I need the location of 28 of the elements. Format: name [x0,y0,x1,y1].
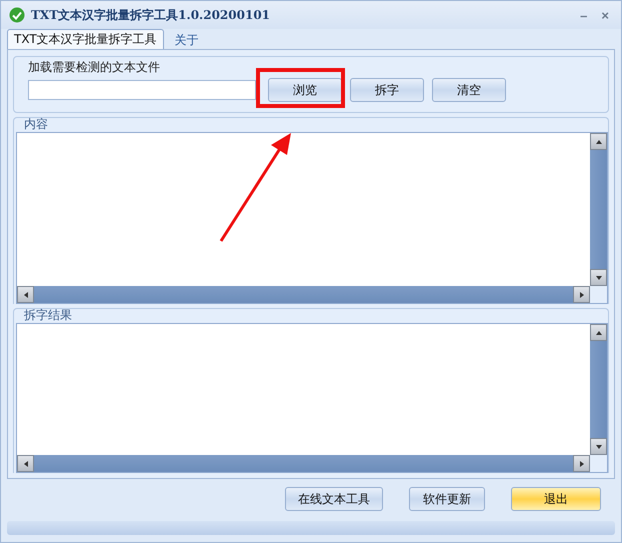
vertical-scrollbar[interactable] [590,324,607,455]
window-title: TXT文本汉字批量拆字工具1.0.20200101 [31,6,272,24]
action-button[interactable]: 拆字 [350,78,424,102]
scroll-up-button[interactable] [590,133,607,150]
horizontal-scrollbar[interactable] [17,455,590,472]
footer-button[interactable]: 在线文本工具 [285,487,383,511]
file-label: 加载需要检测的文本文件 [28,59,161,76]
scroll-down-button[interactable] [590,438,607,455]
file-path-field[interactable] [28,80,256,100]
vertical-scrollbar[interactable] [590,133,607,286]
check-icon [9,7,25,23]
scroll-left-button[interactable] [17,455,34,472]
scroll-down-button[interactable] [590,269,607,286]
footer-button[interactable]: 软件更新 [409,487,485,511]
result-group-label: 拆字结果 [24,309,73,321]
footer-button[interactable]: 退出 [511,487,601,511]
action-button[interactable]: 浏览 [268,78,342,102]
scroll-right-button[interactable] [573,455,590,472]
scroll-right-button[interactable] [573,286,590,303]
tab[interactable]: 关于 [168,31,206,49]
minimize-button[interactable]: – [576,8,592,22]
close-button[interactable]: × [597,8,613,22]
scroll-left-button[interactable] [17,286,34,303]
scroll-up-button[interactable] [590,324,607,341]
tab[interactable]: TXT文本汉字批量拆字工具 [7,29,164,49]
horizontal-scrollbar[interactable] [17,286,590,303]
action-button[interactable]: 清空 [432,78,506,102]
content-group-label: 内容 [24,118,49,130]
